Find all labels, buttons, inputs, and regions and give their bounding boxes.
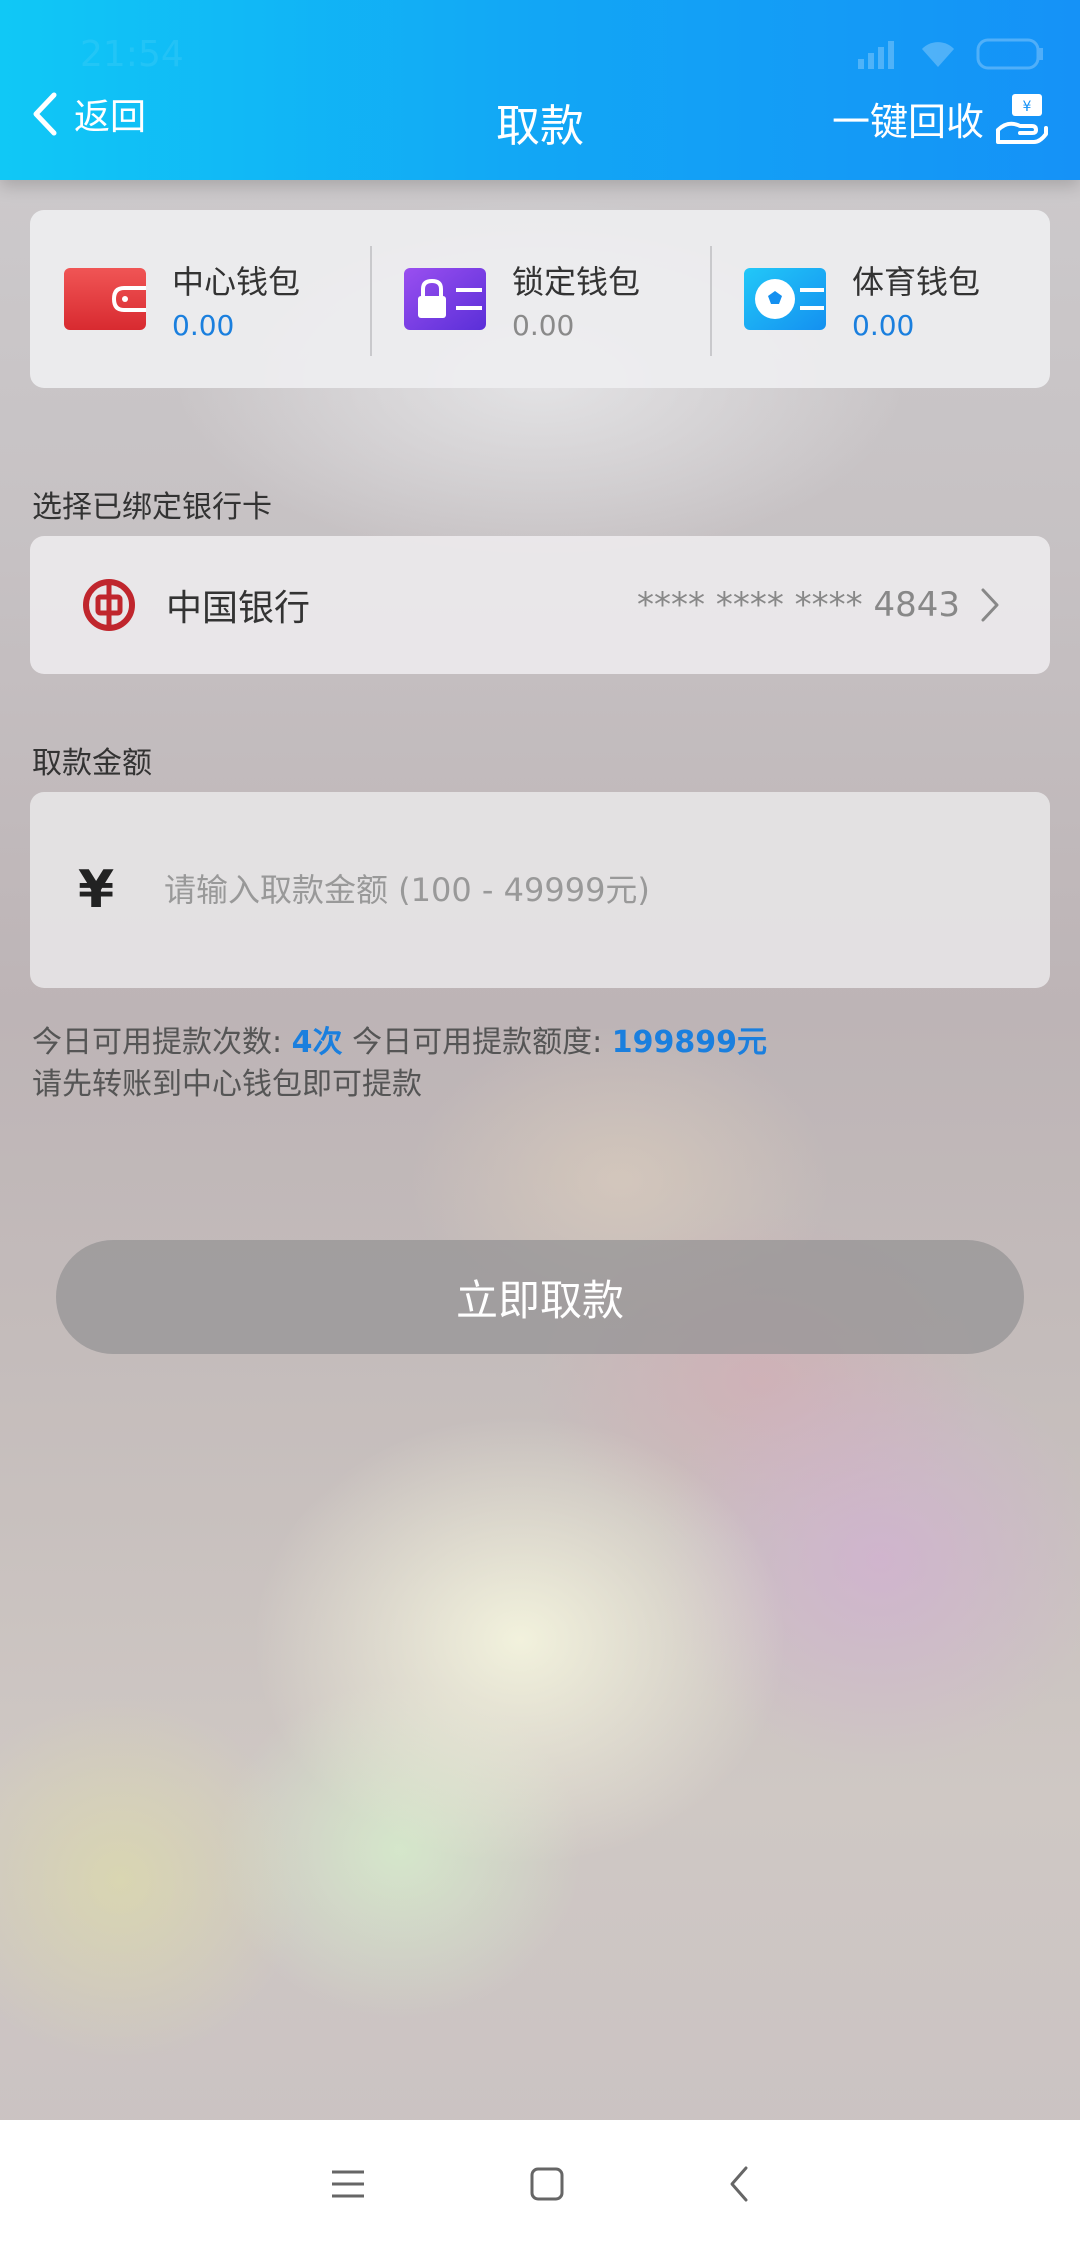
wifi-icon: [922, 42, 954, 67]
system-nav-bar: [0, 2120, 1080, 2248]
amount-section-label: 取款金额: [32, 746, 152, 781]
wallet-name: 锁定钱包: [512, 262, 641, 301]
one-click-recycle-button[interactable]: 一键回收 ¥: [832, 90, 1050, 146]
wallet-amount: 0.00: [852, 308, 915, 342]
wallet-name: 中心钱包: [172, 262, 301, 301]
amount-field[interactable]: ¥: [30, 792, 1050, 988]
status-icons: [856, 38, 1044, 70]
home-icon[interactable]: [528, 2165, 566, 2203]
transfer-hint: 请先转账到中心钱包即可提款: [32, 1067, 422, 1102]
wallet-amount: 0.00: [512, 308, 575, 342]
currency-symbol: ¥: [78, 860, 115, 920]
bank-of-china-logo-icon: [83, 579, 135, 631]
chevron-right-icon: [981, 588, 999, 622]
quota-label: 今日可用提款额度:: [352, 1025, 603, 1060]
wallet-sports[interactable]: 体育钱包 0.00: [710, 210, 1050, 388]
top-header: 21:54 返回 取款 一键回收 ¥: [0, 0, 1080, 180]
wallet-summary-card: 中心钱包 0.00 锁定钱包 0.00 体育钱包 0.00: [30, 210, 1050, 388]
bank-name: 中国银行: [166, 588, 311, 629]
signal-icon: [858, 41, 894, 69]
withdraw-amount-input[interactable]: [164, 871, 1024, 909]
bank-card-number: **** **** **** 4843: [637, 585, 960, 625]
menu-icon[interactable]: [328, 2167, 368, 2201]
recycle-label: 一键回收: [831, 99, 984, 144]
svg-text:¥: ¥: [1023, 99, 1032, 115]
bank-card-selector[interactable]: 中国银行 **** **** **** 4843: [30, 536, 1050, 674]
withdraw-now-button[interactable]: 立即取款: [56, 1240, 1024, 1354]
lock-wallet-icon: [404, 268, 486, 330]
withdraw-info: 今日可用提款次数: 4次 今日可用提款额度: 199899元 请先转账到中心钱包…: [32, 1022, 767, 1106]
wallet-amount: 0.00: [172, 308, 235, 342]
bank-section-label: 选择已绑定银行卡: [32, 490, 272, 525]
wallet-locked[interactable]: 锁定钱包 0.00: [370, 210, 710, 388]
battery-icon: [976, 38, 1043, 70]
soccer-wallet-icon: [744, 268, 826, 330]
red-wallet-icon: [64, 268, 146, 330]
back-icon[interactable]: [726, 2164, 752, 2204]
times-value: 4次: [291, 1025, 343, 1060]
times-label: 今日可用提款次数:: [32, 1025, 283, 1060]
withdraw-limits-line: 今日可用提款次数: 4次 今日可用提款额度: 199899元: [32, 1022, 767, 1064]
quota-value: 199899元: [611, 1025, 767, 1060]
wallet-name: 体育钱包: [852, 262, 981, 301]
wallet-center[interactable]: 中心钱包 0.00: [30, 210, 370, 388]
status-time: 21:54: [80, 34, 184, 75]
hand-money-icon: ¥: [996, 94, 1048, 144]
